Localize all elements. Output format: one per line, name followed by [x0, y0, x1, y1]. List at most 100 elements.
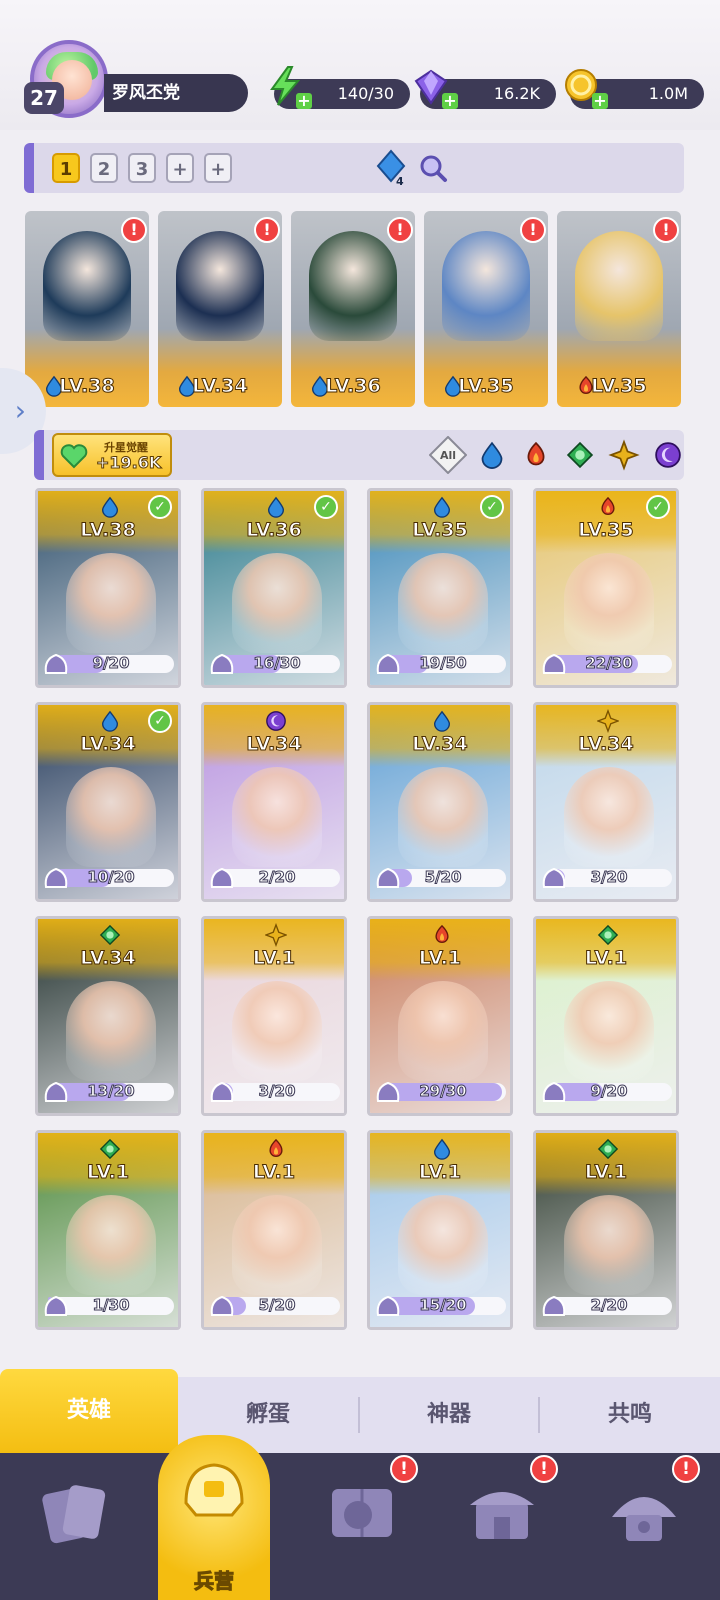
hero-card[interactable]: ✓ LV.38 9/20: [35, 488, 181, 688]
hero-level: LV.1: [584, 1161, 628, 1184]
team-tab-2[interactable]: 2: [90, 153, 118, 183]
hero-level: LV.1: [418, 947, 462, 970]
add-energy-icon[interactable]: +: [296, 93, 312, 109]
coin-value: 1.0M: [648, 84, 688, 103]
hero-card[interactable]: LV.34 3/20: [533, 702, 679, 902]
hero-shard-icon: [542, 1295, 566, 1316]
nav-shop[interactable]: !: [452, 1455, 558, 1573]
hero-card[interactable]: LV.1 3/20: [201, 916, 347, 1116]
deployed-hero-level: LV.34: [192, 375, 248, 398]
deployed-hero-level: LV.36: [325, 375, 381, 398]
nav-barracks[interactable]: 兵营: [158, 1435, 270, 1600]
hero-card[interactable]: LV.1 1/30: [35, 1130, 181, 1330]
filter-all-label: All: [440, 449, 456, 462]
water-element-icon: [433, 496, 451, 518]
helmet-icon: [184, 1463, 244, 1517]
gem-counter[interactable]: + 16.2K: [414, 69, 556, 109]
deployed-hero-card[interactable]: LV.36!: [291, 211, 415, 407]
hero-portrait: [176, 231, 264, 341]
deployed-hero-card[interactable]: LV.38!: [25, 211, 149, 407]
hero-shard-icon: [376, 653, 400, 674]
energy-counter[interactable]: + 140/30: [270, 66, 410, 109]
hero-card[interactable]: ✓ LV.34 10/20: [35, 702, 181, 902]
filter-fire-icon[interactable]: [517, 436, 555, 474]
fire-element-icon: [269, 1138, 283, 1157]
alert-badge: !: [520, 217, 546, 243]
deployed-check-icon: ✓: [480, 495, 504, 519]
awakening-button[interactable]: 升星觉醒 +19.6K: [52, 433, 172, 477]
hero-level: LV.38: [80, 519, 136, 542]
hero-portrait: [66, 981, 156, 1081]
deployed-hero-card[interactable]: LV.35!: [424, 211, 548, 407]
team-tab-add-1[interactable]: +: [166, 153, 194, 183]
hero-level: LV.1: [584, 947, 628, 970]
hero-card[interactable]: LV.1 5/20: [201, 1130, 347, 1330]
hero-card[interactable]: ✓ LV.35 22/30: [533, 488, 679, 688]
hero-shard-icon: [376, 1081, 400, 1102]
hero-level: LV.1: [86, 1161, 130, 1184]
hero-shard-icon: [44, 1081, 68, 1102]
heart-icon: [60, 444, 88, 469]
nav-cards[interactable]: [26, 1463, 126, 1573]
nav-map[interactable]: !: [312, 1455, 418, 1573]
deployed-hero-level: LV.35: [458, 375, 514, 398]
hero-card[interactable]: LV.34 2/20: [201, 702, 347, 902]
filter-light-icon[interactable]: [605, 436, 643, 474]
bottom-nav: 兵营 ! ! !: [0, 1435, 720, 1600]
hero-shard-icon: [44, 653, 68, 674]
light-element-icon: [597, 709, 619, 733]
hero-card[interactable]: LV.1 15/20: [367, 1130, 513, 1330]
add-gem-icon[interactable]: +: [442, 93, 458, 109]
filter-wind-icon[interactable]: [561, 436, 599, 474]
filter-bar: 升星觉醒 +19.6K All: [34, 430, 684, 480]
hero-level: LV.35: [412, 519, 468, 542]
hero-portrait: [66, 553, 156, 653]
search-icon[interactable]: [418, 153, 448, 183]
light-element-icon: [265, 923, 287, 947]
gem-value: 16.2K: [493, 84, 540, 103]
team-tab-add-2[interactable]: +: [204, 153, 232, 183]
tab-heroes[interactable]: 英雄: [0, 1369, 178, 1453]
mushroom-house-icon: [612, 1497, 676, 1541]
deployed-check-icon: ✓: [148, 709, 172, 733]
hero-card[interactable]: ✓ LV.36 16/30: [201, 488, 347, 688]
tab-artifact[interactable]: 神器: [360, 1377, 538, 1453]
hero-shard-icon: [376, 1295, 400, 1316]
map-book-icon: [332, 1489, 392, 1537]
team-tab-3[interactable]: 3: [128, 153, 156, 183]
hero-level: LV.34: [578, 733, 634, 756]
hero-shard-icon: [44, 867, 68, 888]
hero-card[interactable]: ✓ LV.35 19/50: [367, 488, 513, 688]
nav-guild[interactable]: !: [594, 1455, 700, 1573]
wind-element-icon: [597, 924, 619, 946]
hero-portrait: [43, 231, 131, 341]
hero-card[interactable]: LV.1 9/20: [533, 916, 679, 1116]
alert-badge: !: [653, 217, 679, 243]
deployed-hero-card[interactable]: LV.35!: [557, 211, 681, 407]
wind-element-icon: [99, 1138, 121, 1160]
deployed-hero-card[interactable]: LV.34!: [158, 211, 282, 407]
hero-card[interactable]: LV.1 2/20: [533, 1130, 679, 1330]
hero-card[interactable]: LV.34 5/20: [367, 702, 513, 902]
hero-portrait: [564, 553, 654, 653]
tab-resonance[interactable]: 共鸣: [540, 1377, 720, 1453]
hero-shard-icon: [210, 1081, 234, 1102]
hero-card[interactable]: LV.34 13/20: [35, 916, 181, 1116]
hero-shard-icon: [210, 867, 234, 888]
filter-dark-icon[interactable]: [649, 436, 687, 474]
team-element-icon[interactable]: 4: [374, 149, 408, 187]
player-name[interactable]: 罗风丕党: [104, 74, 248, 112]
hero-level: LV.34: [80, 733, 136, 756]
add-coin-icon[interactable]: +: [592, 93, 608, 109]
filter-all[interactable]: All: [429, 436, 467, 474]
team-tab-1[interactable]: 1: [52, 153, 80, 183]
team-element-count: 4: [396, 175, 404, 187]
filter-water-icon[interactable]: [473, 436, 511, 474]
team-selector-bar: 1 2 3 + + 4: [24, 143, 684, 193]
player-level-badge: 27: [24, 82, 64, 114]
deployed-check-icon: ✓: [646, 495, 670, 519]
awakening-value: +19.6K: [95, 453, 162, 473]
hero-level: LV.1: [418, 1161, 462, 1184]
hero-card[interactable]: LV.1 29/30: [367, 916, 513, 1116]
coin-counter[interactable]: + 1.0M: [565, 69, 704, 109]
